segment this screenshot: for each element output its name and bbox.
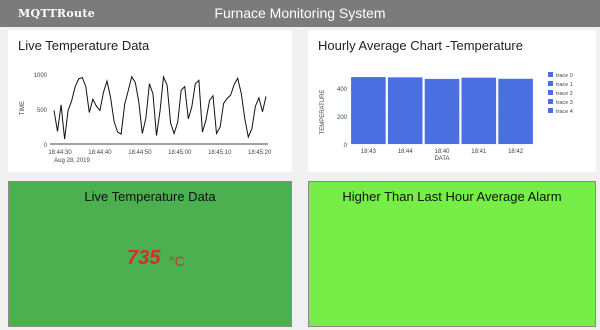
x-date-label: Aug 28, 2019 — [54, 158, 90, 164]
bar-18-40 — [424, 78, 460, 144]
x-tick-label: 18:45:10 — [208, 150, 232, 156]
y-tick-label: 0 — [344, 143, 348, 149]
live-temperature-panel: Live Temperature Data 735 °C — [8, 181, 292, 327]
bar-18-43 — [351, 77, 386, 144]
x-axis-label: DATA — [434, 156, 449, 162]
x-tick-label: 18:44:30 — [48, 150, 72, 156]
y-tick-label: 500 — [37, 108, 48, 114]
temperature-unit: °C — [169, 253, 185, 269]
temperature-value: 735 — [127, 247, 161, 269]
bar-18-44 — [387, 77, 423, 144]
alarm-panel-title: Higher Than Last Hour Average Alarm — [342, 189, 562, 204]
x-tick-label: 18:45:00 — [168, 150, 192, 156]
y-axis-label: TIME — [20, 101, 26, 115]
x-tick-label: 18:44:50 — [128, 150, 152, 156]
x-tick-label: 18:42 — [508, 149, 524, 155]
legend-label: trace 3 — [556, 100, 573, 106]
x-tick-label: 18:41 — [471, 149, 487, 155]
y-tick-label: 1000 — [34, 73, 48, 79]
x-tick-label: 18:43 — [361, 149, 377, 155]
legend-swatch — [548, 108, 553, 113]
legend-label: trace 1 — [556, 82, 573, 88]
x-tick-label: 18:40 — [434, 149, 450, 155]
y-tick-label: 200 — [337, 115, 348, 121]
legend-label: trace 0 — [556, 73, 573, 79]
top-bar: MQTTRoute Furnace Monitoring System — [0, 0, 600, 27]
x-tick-label: 18:45:20 — [248, 150, 272, 156]
bar-18-41 — [461, 77, 497, 144]
legend-swatch — [548, 81, 553, 86]
live-chart-title: Live Temperature Data — [18, 38, 150, 53]
y-tick-label: 0 — [44, 143, 48, 149]
alarm-panel: Higher Than Last Hour Average Alarm — [308, 181, 596, 327]
hourly-average-bar-chart[interactable]: 0 200 400 TEMPERATURE 18:43 18:44 18:40 18:41 18… — [316, 68, 592, 172]
x-tick-label: 18:44 — [398, 149, 414, 155]
live-temperature-card: Live Temperature Data 0 500 1000 TIME 18:44:… — [8, 30, 292, 172]
legend-swatch — [548, 99, 553, 104]
legend-swatch — [548, 90, 553, 95]
live-panel-title: Live Temperature Data — [84, 189, 216, 204]
legend-label: trace 2 — [556, 91, 573, 97]
live-temperature-line-chart[interactable]: 0 500 1000 TIME 18:44:30 18:44:40 18:44:50 18:4… — [16, 68, 288, 172]
y-axis-label: TEMPERATURE — [320, 90, 326, 135]
y-tick-label: 400 — [337, 87, 348, 93]
legend-label: trace 4 — [556, 109, 573, 115]
bar-18-42 — [498, 78, 533, 144]
hourly-average-card: Hourly Average Chart -Temperature 0 200 40… — [308, 30, 596, 172]
x-tick-label: 18:44:40 — [88, 150, 112, 156]
legend-swatch — [548, 72, 553, 77]
app-title: Furnace Monitoring System — [214, 5, 386, 21]
hourly-chart-title: Hourly Average Chart -Temperature — [318, 38, 523, 53]
temperature-series-line — [53, 74, 267, 140]
